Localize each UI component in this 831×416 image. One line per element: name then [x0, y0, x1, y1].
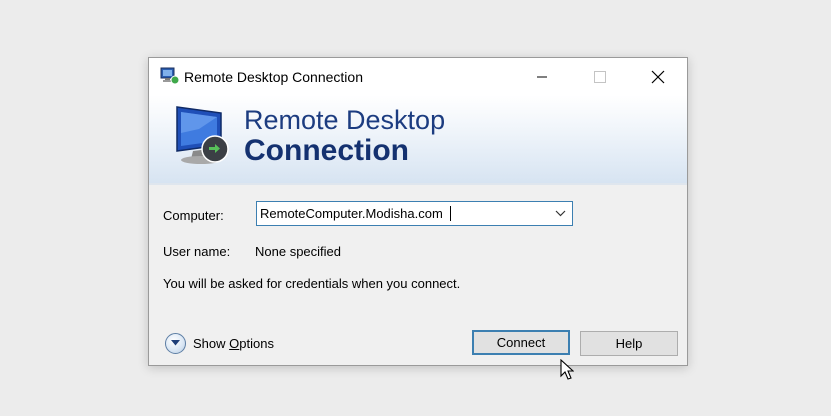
computer-input[interactable] — [260, 202, 545, 225]
header-banner: Remote Desktop Connection — [149, 95, 687, 185]
expand-icon[interactable] — [165, 332, 186, 354]
show-options-label-suffix: ptions — [239, 335, 274, 351]
banner-title-line1: Remote Desktop — [244, 105, 446, 135]
computer-label: Computer: — [163, 208, 224, 223]
username-label: User name: — [163, 244, 231, 259]
title-bar[interactable]: Remote Desktop Connection — [149, 58, 687, 95]
remote-desktop-icon — [160, 67, 180, 85]
close-button[interactable] — [635, 58, 681, 95]
show-options-toggle[interactable]: Show Options — [165, 332, 274, 354]
computer-dropdown-button[interactable] — [548, 202, 572, 225]
text-caret — [450, 206, 451, 221]
connect-button[interactable]: Connect — [472, 330, 570, 355]
remote-desktop-window: Remote Desktop Connection Remote Desktop… — [148, 57, 688, 366]
maximize-icon — [594, 70, 606, 83]
chevron-down-icon — [555, 210, 565, 217]
help-button[interactable]: Help — [580, 331, 678, 356]
maximize-button[interactable] — [577, 58, 623, 95]
chevron-down-icon — [171, 340, 180, 346]
minimize-icon — [537, 76, 547, 77]
close-icon — [651, 70, 665, 83]
credentials-note: You will be asked for credentials when y… — [163, 276, 461, 291]
window-title: Remote Desktop Connection — [184, 69, 363, 85]
mouse-pointer-icon — [560, 359, 574, 380]
show-options-accelerator: O — [229, 335, 240, 351]
minimize-button[interactable] — [519, 58, 565, 95]
username-value: None specified — [255, 244, 341, 259]
computer-combobox[interactable] — [256, 201, 573, 226]
banner-title-line2: Connection — [244, 134, 409, 167]
show-options-label: Show Options — [193, 336, 274, 351]
remote-desktop-monitor-icon — [176, 106, 229, 164]
show-options-label-prefix: Show — [193, 335, 230, 351]
